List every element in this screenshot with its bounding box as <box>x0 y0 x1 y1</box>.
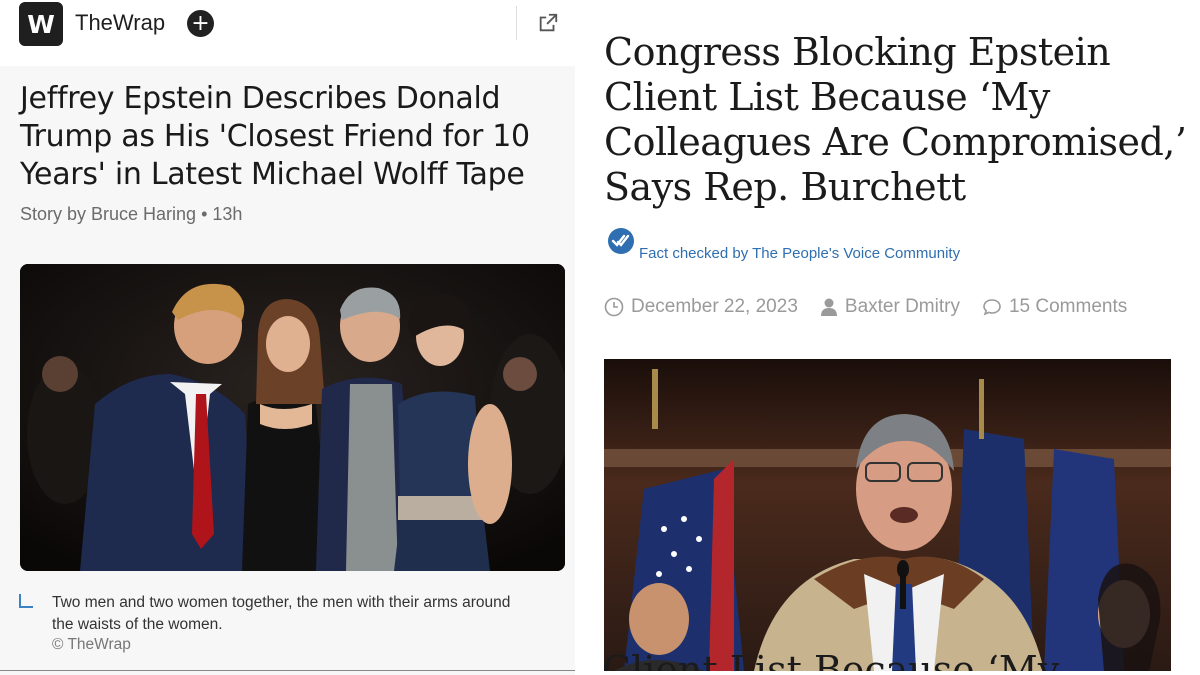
photo-credit: © TheWrap <box>52 636 131 653</box>
meta-author[interactable]: Baxter Dmitry <box>820 296 960 318</box>
meta-comments[interactable]: 15 Comments <box>982 296 1127 318</box>
right-article-panel: Congress Blocking Epstein Client List Be… <box>575 0 1200 675</box>
toolbar-divider <box>516 6 517 40</box>
comments-text[interactable]: 15 Comments <box>1009 296 1127 318</box>
publisher-bar: W TheWrap + <box>0 0 575 66</box>
party-photo-illustration <box>20 264 565 571</box>
publisher-name[interactable]: TheWrap <box>75 10 165 36</box>
article-meta: December 22, 2023 Baxter Dmitry 15 Comme… <box>604 295 1149 319</box>
clock-icon <box>604 297 624 317</box>
photo-caption: Two men and two women together, the men … <box>52 594 511 633</box>
follow-plus-icon[interactable]: + <box>187 10 214 37</box>
author-text[interactable]: Baxter Dmitry <box>845 296 960 318</box>
panel-bottom-divider <box>0 670 575 671</box>
caption-corner-icon <box>19 594 33 608</box>
external-link-icon[interactable] <box>537 12 559 34</box>
article-headline-right[interactable]: Congress Blocking Epstein Client List Be… <box>604 30 1194 210</box>
article-photo-right <box>604 359 1171 671</box>
publisher-logo[interactable]: W <box>19 2 63 46</box>
press-conference-photo-illustration <box>604 359 1171 671</box>
article-headline[interactable]: Jeffrey Epstein Describes Donald Trump a… <box>20 80 565 194</box>
comment-icon <box>983 299 1001 316</box>
user-icon <box>820 298 837 316</box>
meta-date: December 22, 2023 <box>604 296 798 318</box>
left-article-panel: W TheWrap + Jeffrey Epstein Describes Do… <box>0 0 575 675</box>
article-byline: Story by Bruce Haring • 13h <box>20 204 243 224</box>
fact-check-badge-icon <box>608 228 634 254</box>
date-text: December 22, 2023 <box>631 296 798 317</box>
article-photo <box>20 264 565 571</box>
bottom-edge <box>575 671 1200 675</box>
fact-check-label[interactable]: Fact checked by The People's Voice Commu… <box>639 245 960 262</box>
